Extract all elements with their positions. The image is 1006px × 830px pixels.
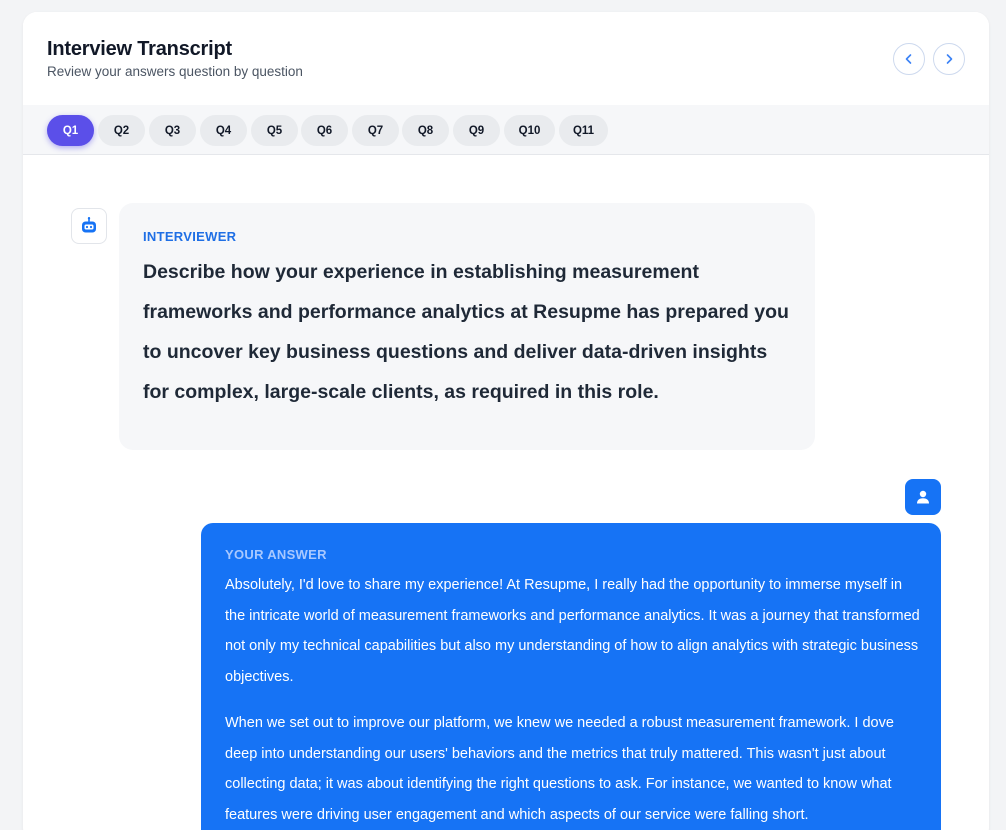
interviewer-label: INTERVIEWER — [143, 229, 237, 244]
tab-q10[interactable]: Q10 — [504, 115, 555, 146]
interviewer-question-bubble: INTERVIEWER Describe how your experience… — [119, 203, 815, 450]
user-avatar — [905, 479, 941, 515]
tab-q7[interactable]: Q7 — [352, 115, 399, 146]
tab-q2[interactable]: Q2 — [98, 115, 145, 146]
tab-q8[interactable]: Q8 — [402, 115, 449, 146]
next-question-button[interactable] — [933, 43, 965, 75]
answer-paragraph-2: When we set out to improve our platform,… — [225, 715, 894, 823]
question-tabs: Q1 Q2 Q3 Q4 Q5 Q6 Q7 Q8 Q9 Q10 Q11 — [23, 105, 989, 155]
your-answer-bubble: YOUR ANSWER Absolutely, I'd love to shar… — [201, 523, 941, 830]
chevron-right-icon — [946, 54, 953, 64]
your-answer-label: YOUR ANSWER — [225, 547, 327, 562]
previous-question-button[interactable] — [893, 43, 925, 75]
header: Interview Transcript Review your answers… — [23, 12, 989, 105]
robot-icon — [82, 217, 96, 233]
page-subtitle: Review your answers question by question — [47, 64, 303, 79]
tab-q5[interactable]: Q5 — [251, 115, 298, 146]
tab-q3[interactable]: Q3 — [149, 115, 196, 146]
tab-q11[interactable]: Q11 — [559, 115, 608, 146]
question-text: Describe how your experience in establis… — [143, 261, 789, 403]
transcript-card: Interview Transcript Review your answers… — [23, 12, 989, 830]
tab-q1[interactable]: Q1 — [47, 115, 94, 146]
tab-q4[interactable]: Q4 — [200, 115, 247, 146]
interviewer-avatar — [71, 208, 107, 244]
answer-paragraph-1: Absolutely, I'd love to share my experie… — [225, 577, 920, 685]
chevron-left-icon — [905, 54, 912, 64]
page-title: Interview Transcript — [47, 38, 232, 60]
tab-q6[interactable]: Q6 — [301, 115, 348, 146]
user-icon — [917, 490, 929, 504]
tab-q9[interactable]: Q9 — [453, 115, 500, 146]
